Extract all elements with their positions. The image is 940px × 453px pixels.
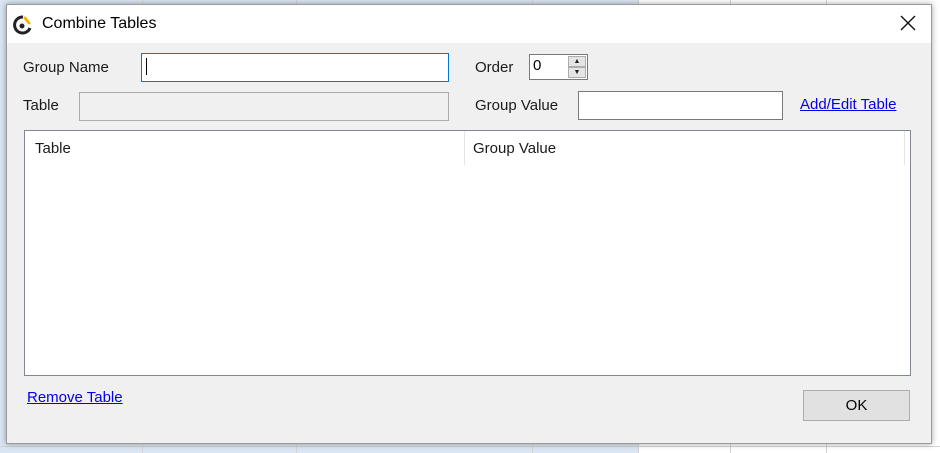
table-field [79,92,449,121]
title-bar: Combine Tables [7,5,931,43]
chevron-up-icon: ▲ [573,58,581,65]
dialog-title: Combine Tables [42,15,157,32]
group-name-label: Group Name [23,59,109,76]
combine-tables-dialog: Combine Tables Group Name Order 0 ▲ ▼ Ta… [6,4,932,444]
order-down-button[interactable]: ▼ [568,67,586,78]
column-header-table[interactable]: Table [25,131,465,165]
order-stepper[interactable]: 0 ▲ ▼ [529,54,588,80]
order-label: Order [475,59,514,76]
add-edit-table-link[interactable]: Add/Edit Table [800,96,896,113]
chevron-down-icon: ▼ [573,69,581,76]
group-value-input[interactable] [578,91,783,120]
text-caret [146,58,147,75]
ok-button[interactable]: OK [803,390,910,421]
column-header-group-value[interactable]: Group Value [465,131,905,165]
app-logo-icon [13,15,33,35]
order-up-button[interactable]: ▲ [568,56,586,67]
order-value: 0 [533,57,542,74]
group-value-label: Group Value [475,97,559,114]
close-button[interactable] [885,5,931,43]
grid-header: Table Group Value [25,131,905,165]
group-name-input[interactable] [141,53,449,82]
close-icon [900,11,916,37]
remove-table-link[interactable]: Remove Table [27,389,123,406]
tables-grid[interactable]: Table Group Value [24,130,911,376]
table-label: Table [23,97,59,114]
